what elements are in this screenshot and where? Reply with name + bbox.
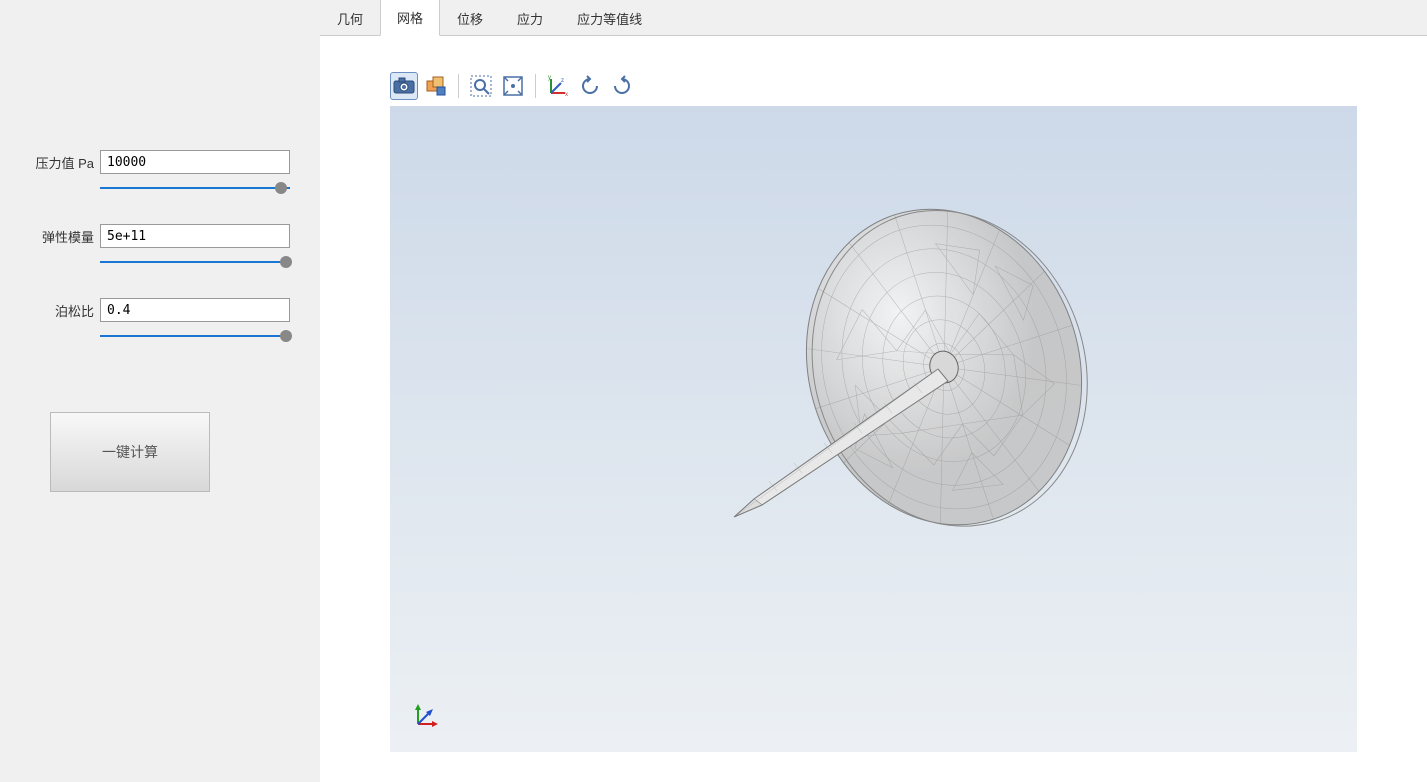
poisson-input[interactable]	[100, 298, 290, 322]
calculate-button[interactable]: 一键计算	[50, 412, 210, 492]
tab-4[interactable]: 应力等值线	[560, 0, 659, 36]
axis-triad-icon	[410, 702, 440, 732]
mesh-model	[634, 197, 1114, 597]
svg-text:y: y	[548, 75, 551, 81]
tab-0[interactable]: 几何	[320, 0, 380, 36]
tab-bar: 几何网格位移应力应力等值线	[320, 0, 1427, 36]
content-area: y x z	[320, 36, 1427, 782]
pressure-slider[interactable]	[100, 182, 290, 194]
sidebar: 压力值 Pa 弹性模量 泊松比	[0, 0, 320, 782]
zoom-window-icon[interactable]	[467, 72, 495, 100]
elastic-label: 弹性模量	[30, 227, 94, 246]
main-panel: 几何网格位移应力应力等值线 y x z	[320, 0, 1427, 782]
view-cube-icon[interactable]	[422, 72, 450, 100]
tab-3[interactable]: 应力	[500, 0, 560, 36]
param-poisson-ratio: 泊松比	[30, 298, 290, 342]
svg-text:z: z	[561, 78, 564, 84]
viewport-toolbar: y x z	[390, 66, 1357, 106]
axes-icon[interactable]: y x z	[544, 72, 572, 100]
pressure-label: 压力值 Pa	[30, 153, 94, 172]
elastic-input[interactable]	[100, 224, 290, 248]
viewport-3d[interactable]	[390, 106, 1357, 752]
toolbar-divider	[458, 74, 459, 98]
param-pressure: 压力值 Pa	[30, 150, 290, 194]
toolbar-divider	[535, 74, 536, 98]
zoom-extents-icon[interactable]	[499, 72, 527, 100]
svg-text:x: x	[565, 92, 568, 97]
poisson-label: 泊松比	[30, 301, 94, 320]
tab-2[interactable]: 位移	[440, 0, 500, 36]
tab-1[interactable]: 网格	[380, 0, 440, 36]
param-elastic-modulus: 弹性模量	[30, 224, 290, 268]
rotate-left-icon[interactable]	[576, 72, 604, 100]
rotate-right-icon[interactable]	[608, 72, 636, 100]
camera-icon[interactable]	[390, 72, 418, 100]
elastic-slider[interactable]	[100, 256, 290, 268]
poisson-slider[interactable]	[100, 330, 290, 342]
pressure-input[interactable]	[100, 150, 290, 174]
